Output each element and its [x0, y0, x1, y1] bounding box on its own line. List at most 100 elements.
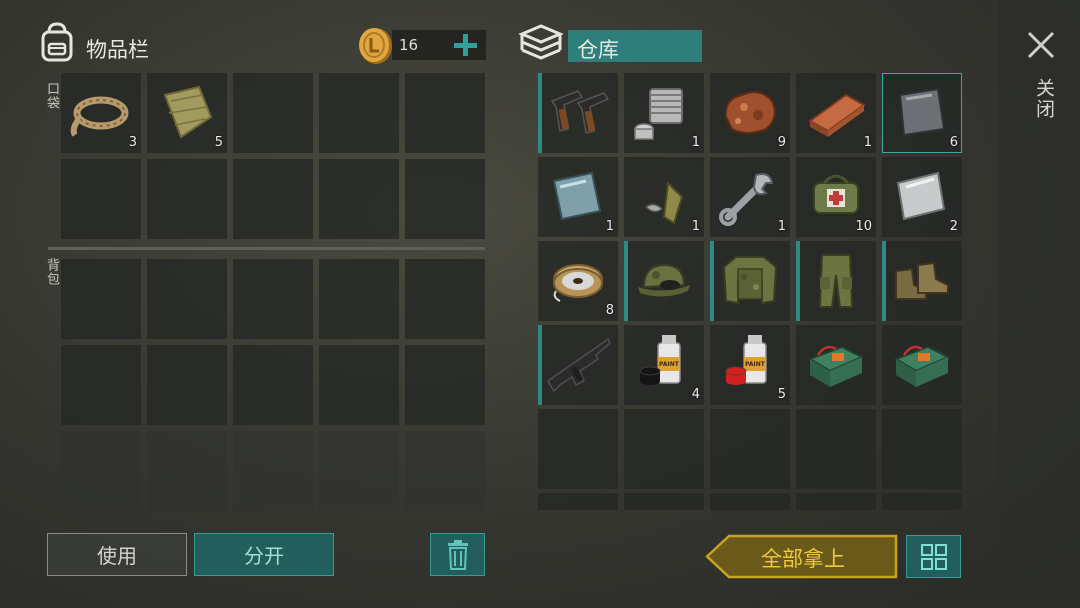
empty-slot[interactable]: [624, 409, 704, 489]
empty-slot[interactable]: [147, 431, 227, 511]
empty-slot[interactable]: [405, 259, 485, 339]
empty-slot[interactable]: [882, 409, 962, 489]
item-count: 1: [605, 219, 614, 234]
grid-sort-icon: [920, 543, 947, 570]
coin-count: 16: [399, 36, 419, 54]
empty-slot[interactable]: [319, 345, 399, 425]
add-coins-button[interactable]: [450, 30, 480, 60]
empty-slot[interactable]: [319, 259, 399, 339]
item-slot-boots[interactable]: [882, 241, 962, 321]
empty-slot[interactable]: [147, 345, 227, 425]
trash-button[interactable]: [430, 533, 485, 576]
plus-icon: [454, 34, 477, 56]
item-count: 1: [777, 219, 786, 234]
inventory-title: 物品栏: [86, 38, 149, 62]
empty-slot[interactable]: [405, 345, 485, 425]
item-count: 9: [777, 135, 786, 150]
item-slot-camo-pants[interactable]: [796, 241, 876, 321]
split-button-label: 分开: [244, 544, 284, 568]
item-count: 6: [949, 135, 958, 150]
backpack-icon: [38, 22, 76, 62]
empty-slot[interactable]: [233, 431, 313, 511]
item-slot-rope[interactable]: 3: [61, 73, 141, 153]
pistols-icon: [550, 90, 610, 134]
item-slot-steel-plate[interactable]: 2: [882, 157, 962, 237]
empty-slot[interactable]: [147, 259, 227, 339]
item-slot-medkit-bag[interactable]: 10: [796, 157, 876, 237]
empty-slot[interactable]: [61, 159, 141, 239]
assault-rifle-icon: [547, 337, 611, 393]
use-button[interactable]: 使用: [47, 533, 187, 576]
item-slot-cloth[interactable]: 5: [147, 73, 227, 153]
backpack-label: 背包: [44, 258, 59, 286]
empty-slot[interactable]: [710, 409, 790, 489]
item-slot-copper-ingot[interactable]: 1: [796, 73, 876, 153]
empty-slot[interactable]: [233, 73, 313, 153]
boots-icon: [895, 261, 949, 300]
item-count: 1: [691, 135, 700, 150]
trash-icon: [447, 539, 468, 570]
explosive-box-icon: [893, 345, 951, 387]
coin-icon: [357, 26, 393, 66]
spray-can-label: PAINT: [745, 361, 765, 368]
item-count: 5: [214, 135, 223, 150]
item-slot-copper-ore[interactable]: 9: [710, 73, 790, 153]
item-slot-red-spray-paint[interactable]: PAINT 5: [710, 325, 790, 405]
item-count: 3: [128, 135, 137, 150]
empty-slot[interactable]: [233, 259, 313, 339]
empty-slot[interactable]: [405, 159, 485, 239]
section-divider: [48, 247, 485, 250]
empty-slot[interactable]: [319, 159, 399, 239]
storage-title: 仓库: [577, 38, 619, 62]
empty-slot[interactable]: [796, 409, 876, 489]
camo-pants-icon: [818, 254, 854, 308]
camo-cap-icon: [638, 263, 690, 297]
empty-slot[interactable]: [538, 409, 618, 489]
empty-slot[interactable]: [61, 345, 141, 425]
item-slot-wire-spool[interactable]: 8: [538, 241, 618, 321]
empty-slot[interactable]: [538, 493, 618, 510]
split-button[interactable]: 分开: [194, 533, 334, 576]
close-button[interactable]: [1024, 28, 1058, 62]
item-slot-engine-cylinder[interactable]: 1: [624, 73, 704, 153]
storage-icon: [518, 22, 564, 64]
empty-slot[interactable]: [882, 493, 962, 510]
empty-slot[interactable]: [61, 431, 141, 511]
item-slot-black-spray-paint[interactable]: PAINT 4: [624, 325, 704, 405]
empty-slot[interactable]: [319, 73, 399, 153]
take-all-button[interactable]: 全部拿上: [705, 534, 898, 579]
empty-slot[interactable]: [796, 493, 876, 510]
item-count: 1: [691, 219, 700, 234]
item-slot-glass-plate[interactable]: 1: [538, 157, 618, 237]
item-slot-camo-cap[interactable]: [624, 241, 704, 321]
item-count: 5: [777, 387, 786, 402]
item-count: 1: [863, 135, 872, 150]
item-slot-explosive-box[interactable]: [796, 325, 876, 405]
empty-slot[interactable]: [233, 345, 313, 425]
empty-slot[interactable]: [61, 259, 141, 339]
sort-button[interactable]: [906, 535, 961, 578]
explosive-box-icon: [807, 345, 865, 387]
empty-slot[interactable]: [147, 159, 227, 239]
item-slot-wrench[interactable]: 1: [710, 157, 790, 237]
item-count: 10: [855, 219, 872, 234]
item-slot-pistols[interactable]: [538, 73, 618, 153]
empty-slot[interactable]: [319, 431, 399, 511]
empty-slot[interactable]: [405, 73, 485, 153]
item-slot-explosive-box[interactable]: [882, 325, 962, 405]
spray-can-label: PAINT: [659, 361, 679, 368]
camo-jacket-icon: [722, 256, 778, 305]
item-slot-camo-jacket[interactable]: [710, 241, 790, 321]
empty-slot[interactable]: [405, 431, 485, 511]
pocket-label: 口袋: [44, 82, 59, 110]
empty-slot[interactable]: [624, 493, 704, 510]
item-slot-assault-rifle[interactable]: [538, 325, 618, 405]
empty-slot[interactable]: [233, 159, 313, 239]
take-all-label: 全部拿上: [761, 547, 845, 571]
close-label[interactable]: 关闭: [1031, 78, 1058, 120]
close-icon: [1027, 31, 1055, 59]
use-button-label: 使用: [97, 544, 137, 568]
empty-slot[interactable]: [710, 493, 790, 510]
item-slot-iron-plate[interactable]: 6: [882, 73, 962, 153]
item-slot-weapon-parts[interactable]: 1: [624, 157, 704, 237]
